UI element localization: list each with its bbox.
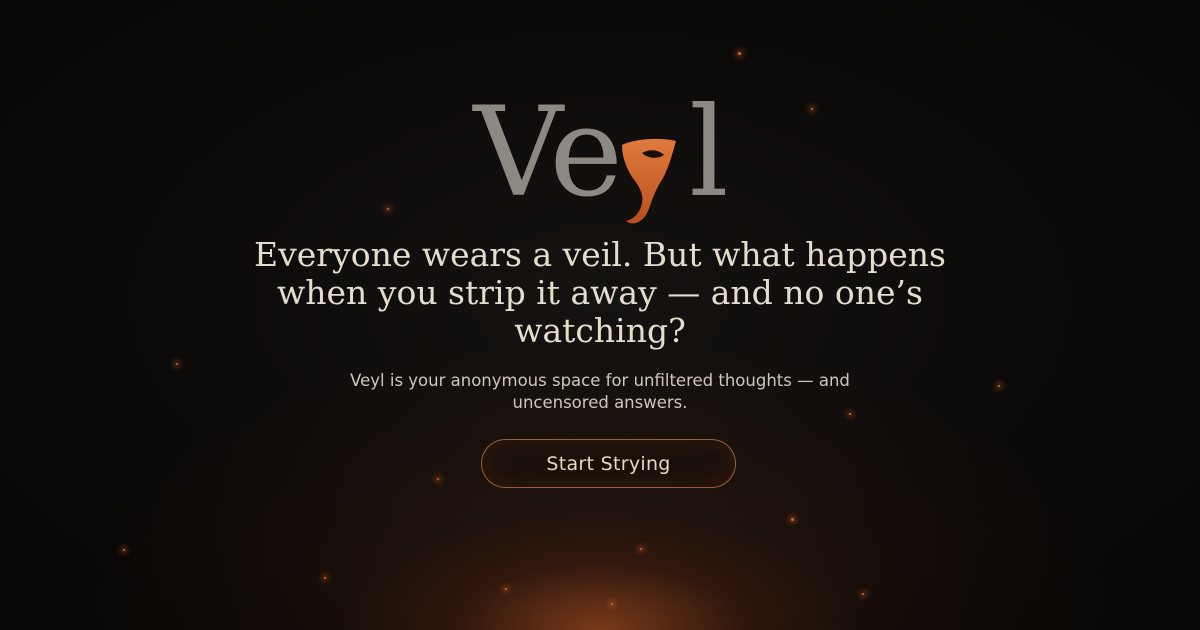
logo-letter-l: l bbox=[688, 81, 729, 225]
start-strying-button-label: Start Strying bbox=[546, 452, 671, 475]
ember-particle bbox=[998, 385, 1000, 387]
ember-particle bbox=[738, 52, 741, 55]
start-strying-button[interactable]: Start Strying bbox=[481, 439, 736, 488]
ember-particle bbox=[505, 588, 507, 590]
ember-particle bbox=[324, 577, 326, 579]
ember-particle bbox=[862, 593, 864, 595]
ember-particle bbox=[611, 603, 613, 605]
brand-logo: Veyl bbox=[0, 78, 1200, 228]
hero-section: Veyl Everyone wears a veil. But what hap… bbox=[0, 0, 1200, 630]
ember-particle bbox=[791, 518, 794, 521]
theater-mask-icon bbox=[622, 138, 676, 224]
hero-subtitle: Veyl is your anonymous space for unfilte… bbox=[350, 371, 850, 412]
ember-particle bbox=[437, 478, 439, 480]
hero-headline: Everyone wears a veil. But what happens … bbox=[254, 235, 946, 350]
ember-particle bbox=[123, 549, 125, 551]
ember-particle bbox=[640, 548, 642, 550]
logo-letters-ve: Ve bbox=[473, 81, 623, 225]
ember-particle bbox=[176, 363, 178, 365]
